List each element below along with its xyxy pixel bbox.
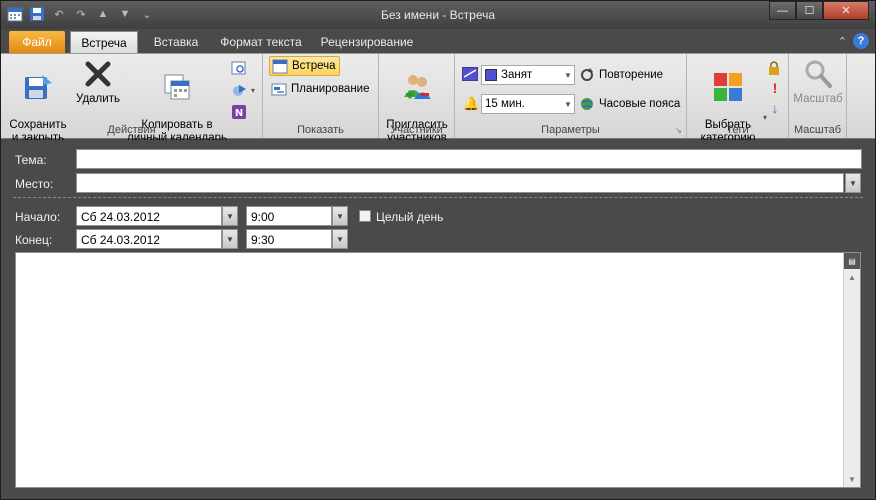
find-in-calendar-button[interactable] [231, 58, 247, 78]
categorize-icon [712, 71, 744, 103]
forward-button[interactable]: ▾ [231, 80, 255, 100]
subject-input[interactable] [76, 149, 862, 169]
chevron-down-icon: ▼ [564, 99, 572, 109]
window-title: Без имени - Встреча [380, 8, 496, 22]
notes-body-editor[interactable]: ▤ ▲ ▼ [15, 252, 861, 488]
tab-insert[interactable]: Вставка [142, 31, 210, 53]
delete-button[interactable]: Удалить [73, 58, 123, 106]
tab-review[interactable]: Рецензирование [313, 31, 421, 53]
calendar-search-icon [231, 60, 247, 76]
time-zones-button[interactable]: Часовые пояса [579, 94, 680, 114]
appointment-view-button[interactable]: Встреча [269, 56, 341, 76]
group-show-label: Показать [297, 124, 344, 136]
onenote-icon: N [231, 104, 247, 120]
group-options: Занят ▼ 🔔 15 мин. ▼ Повторение Часовые п… [455, 54, 687, 138]
location-label: Место: [15, 177, 54, 191]
invite-attendees-icon [401, 71, 433, 103]
onenote-button[interactable]: N [231, 102, 247, 122]
low-importance-icon[interactable]: ↓ [767, 100, 783, 116]
group-tags: Выбрать категорию ▾ ! ↓ Теги [687, 54, 789, 144]
group-attendees-label: Участники [390, 124, 443, 136]
appointment-icon [272, 58, 288, 74]
group-zoom-label: Масштаб [793, 124, 842, 136]
all-day-label: Целый день [376, 210, 444, 224]
magnifier-icon [802, 58, 834, 90]
scheduling-button[interactable]: Планирование [271, 79, 369, 99]
end-date-dropdown-button[interactable]: ▼ [222, 229, 238, 249]
reminder-bell-icon: 🔔 [463, 96, 480, 111]
end-time-dropdown-button[interactable]: ▼ [332, 229, 348, 249]
separator [13, 197, 863, 198]
recurrence-icon [579, 67, 595, 83]
group-actions: Сохранить и закрыть Удалить Копировать в… [1, 54, 263, 144]
tab-format-text[interactable]: Формат текста [214, 31, 308, 53]
window-controls: — ☐ ✕ [769, 1, 869, 20]
title-bar: ↶ ↷ ▲ ▼ ⌄ Без имени - Встреча — ☐ ✕ [1, 1, 875, 29]
vertical-scrollbar[interactable]: ▤ ▲ ▼ [843, 253, 860, 487]
tab-file[interactable]: Файл [9, 31, 65, 53]
start-time-dropdown-button[interactable]: ▼ [332, 206, 348, 226]
ruler-toggle-icon[interactable]: ▤ [844, 253, 860, 269]
tab-appointment[interactable]: Встреча [70, 31, 138, 53]
start-date-dropdown-button[interactable]: ▼ [222, 206, 238, 226]
location-input[interactable] [76, 173, 844, 193]
scheduling-icon [271, 81, 287, 97]
save-close-icon [22, 71, 54, 103]
reminder-dropdown[interactable]: 15 мин. ▼ [481, 94, 575, 114]
group-show: Встреча Планирование Показать [263, 54, 379, 138]
show-as-dropdown[interactable]: Занят ▼ [481, 65, 575, 85]
busy-color-swatch [485, 69, 497, 81]
chevron-down-icon: ▼ [564, 70, 572, 80]
start-label: Начало: [15, 210, 61, 224]
svg-text:N: N [235, 108, 243, 119]
end-time-input[interactable]: 9:30 [246, 229, 332, 249]
location-dropdown-button[interactable]: ▼ [845, 173, 861, 193]
appointment-form: Тема: Место: ▼ Начало: Сб 24.03.2012 ▼ 9… [1, 140, 875, 499]
ribbon: Сохранить и закрыть Удалить Копировать в… [1, 53, 875, 144]
scroll-down-icon[interactable]: ▼ [844, 471, 860, 487]
collapse-ribbon-icon[interactable]: ⌃ [838, 35, 847, 48]
all-day-checkbox[interactable] [359, 210, 371, 222]
close-button[interactable]: ✕ [823, 1, 869, 20]
group-zoom: Масштаб Масштаб [789, 54, 847, 138]
start-time-input[interactable]: 9:00 [246, 206, 332, 226]
group-attendees: Пригласить участников Участники [379, 54, 455, 144]
recurrence-button[interactable]: Повторение [579, 65, 663, 85]
end-date-input[interactable]: Сб 24.03.2012 [76, 229, 222, 249]
copy-calendar-icon [161, 71, 193, 103]
end-label: Конец: [15, 233, 53, 247]
group-options-label: Параметры [541, 124, 600, 136]
private-lock-icon[interactable] [767, 60, 783, 76]
maximize-button[interactable]: ☐ [796, 1, 823, 20]
start-date-input[interactable]: Сб 24.03.2012 [76, 206, 222, 226]
group-tags-label: Теги [726, 124, 749, 136]
forward-icon [231, 82, 247, 98]
forward-dropdown-icon[interactable]: ▾ [251, 86, 255, 95]
subject-label: Тема: [15, 153, 47, 167]
high-importance-icon[interactable]: ! [767, 80, 783, 96]
scroll-up-icon[interactable]: ▲ [844, 269, 860, 285]
globe-icon [579, 96, 595, 112]
dialog-launcher-icon[interactable]: ↘ [675, 126, 682, 135]
delete-icon [82, 58, 114, 90]
minimize-button[interactable]: — [769, 1, 796, 20]
group-actions-label: Действия [107, 124, 156, 136]
help-icon[interactable]: ? [853, 33, 869, 49]
zoom-button[interactable]: Масштаб [789, 58, 847, 106]
outlook-appointment-window: ↶ ↷ ▲ ▼ ⌄ Без имени - Встреча — ☐ ✕ Файл… [0, 0, 876, 500]
show-as-icon [461, 66, 479, 82]
ribbon-tabs: Файл Встреча Вставка Формат текста Рецен… [1, 29, 875, 53]
